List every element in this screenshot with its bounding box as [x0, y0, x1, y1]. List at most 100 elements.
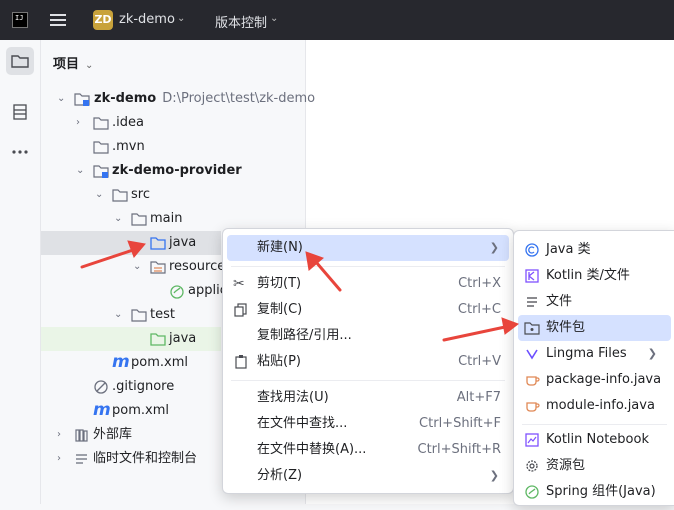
module-folder-icon	[74, 91, 90, 107]
java-file-icon	[524, 372, 540, 388]
panel-title[interactable]: 项目 ⌄	[53, 53, 93, 72]
lingma-icon	[524, 346, 540, 362]
chevron-right-icon: ❯	[489, 469, 499, 482]
intellij-logo-icon[interactable]: IJ	[12, 12, 28, 28]
file-icon	[524, 294, 540, 310]
spring-config-icon	[169, 283, 185, 299]
submenu-item-kotlin-class[interactable]: Kotlin 类/文件	[518, 263, 671, 289]
project-badge[interactable]: ZD	[93, 10, 113, 30]
notebook-icon	[524, 432, 540, 448]
copy-icon	[233, 302, 249, 318]
chevron-down-icon[interactable]: ⌄	[76, 159, 84, 183]
tree-item-zk-demo-provider[interactable]: ⌄ zk-demo-provider	[41, 159, 305, 183]
tree-label: src	[131, 187, 150, 202]
gear-icon	[524, 458, 540, 474]
tree-label: .gitignore	[112, 379, 175, 394]
module-folder-icon	[93, 163, 109, 179]
menu-item-find-in-files[interactable]: 在文件中查找... Ctrl+Shift+F	[227, 411, 509, 437]
title-bar: IJ ZD zk-demo ⌄ 版本控制 ⌄	[0, 0, 674, 40]
folder-icon	[93, 115, 109, 131]
folder-icon	[131, 307, 147, 323]
tree-item-java-test[interactable]: java	[41, 327, 221, 351]
ignore-file-icon	[93, 379, 109, 395]
chevron-down-icon[interactable]: ⌄	[114, 207, 122, 231]
menu-item-replace-in-files[interactable]: 在文件中替换(A)... Ctrl+Shift+R	[227, 437, 509, 463]
tree-item-java-main[interactable]: java	[41, 231, 221, 255]
tree-item-zk-demo[interactable]: ⌄ zk-demo D:\Project\test\zk-demo	[41, 87, 315, 111]
tree-label: java	[169, 235, 197, 250]
resources-folder-icon	[150, 259, 166, 275]
project-name[interactable]: zk-demo	[119, 12, 175, 27]
menu-item-find-usages[interactable]: 查找用法(U) Alt+F7	[227, 385, 509, 411]
submenu-item-lingma-files[interactable]: Lingma Files ❯	[518, 341, 671, 367]
menu-item-new[interactable]: 新建(N) ❯	[227, 235, 509, 261]
library-icon	[74, 427, 90, 443]
tree-label: zk-demo	[94, 91, 157, 106]
tree-label: 临时文件和控制台	[93, 451, 198, 466]
submenu-item-module-info[interactable]: module-info.java	[518, 393, 671, 419]
context-menu: 新建(N) ❯ ✂ 剪切(T) Ctrl+X 复制(C) Ctrl+C 复制路径…	[222, 228, 514, 494]
source-folder-icon	[150, 235, 166, 251]
chevron-down-icon[interactable]: ⌄	[57, 87, 65, 111]
chevron-down-icon[interactable]: ⌄	[270, 13, 278, 24]
tree-label: pom.xml	[131, 355, 188, 370]
main-menu-icon[interactable]	[50, 12, 66, 28]
new-submenu: Java 类 Kotlin 类/文件 文件 软件包 Lingma Files ❯…	[513, 230, 674, 506]
menu-item-copy-path[interactable]: 复制路径/引用...	[227, 323, 509, 349]
java-file-icon	[524, 398, 540, 414]
menu-item-paste[interactable]: 粘贴(P) Ctrl+V	[227, 349, 509, 375]
menu-item-analyze[interactable]: 分析(Z) ❯	[227, 463, 509, 489]
tree-item-src[interactable]: ⌄ src	[41, 183, 305, 207]
tree-label: test	[150, 307, 175, 322]
chevron-down-icon[interactable]: ⌄	[114, 303, 122, 327]
tree-label: .mvn	[112, 139, 145, 154]
submenu-item-package[interactable]: 软件包	[518, 315, 671, 341]
submenu-item-resource-bundle[interactable]: 资源包	[518, 453, 671, 479]
menu-item-copy[interactable]: 复制(C) Ctrl+C	[227, 297, 509, 323]
folder-icon	[112, 187, 128, 203]
menu-item-cut[interactable]: ✂ 剪切(T) Ctrl+X	[227, 271, 509, 297]
chevron-down-icon[interactable]: ⌄	[133, 255, 141, 279]
tool-window-strip	[0, 40, 41, 504]
vcs-menu[interactable]: 版本控制	[215, 12, 267, 31]
tree-label: main	[150, 211, 183, 226]
tree-item-mvn[interactable]: .mvn	[41, 135, 305, 159]
chevron-right-icon[interactable]: ›	[76, 111, 80, 135]
tree-label: java	[169, 331, 197, 346]
tree-label: pom.xml	[112, 403, 169, 418]
tree-item-pom-provider[interactable]: m pom.xml	[41, 351, 221, 375]
submenu-item-spring-component[interactable]: Spring 组件(Java)	[518, 479, 671, 505]
tree-item-application[interactable]: applic	[41, 279, 227, 303]
submenu-item-package-info[interactable]: package-info.java	[518, 367, 671, 393]
tree-label: resource	[169, 259, 226, 274]
submenu-item-file[interactable]: 文件	[518, 289, 671, 315]
spring-icon	[524, 484, 540, 500]
maven-icon: m	[112, 352, 130, 372]
project-tool-folder-icon[interactable]	[6, 47, 34, 75]
tree-path: D:\Project\test\zk-demo	[162, 91, 316, 106]
chevron-right-icon[interactable]: ›	[57, 447, 61, 471]
structure-icon[interactable]	[6, 98, 34, 126]
package-folder-icon	[524, 320, 540, 336]
folder-icon	[131, 211, 147, 227]
folder-icon	[93, 139, 109, 155]
chevron-right-icon[interactable]: ›	[57, 423, 61, 447]
submenu-item-java-class[interactable]: Java 类	[518, 237, 671, 263]
maven-icon: m	[93, 400, 111, 420]
kotlin-icon	[524, 268, 540, 284]
scratches-icon	[74, 451, 90, 467]
tree-item-idea[interactable]: › .idea	[41, 111, 305, 135]
chevron-down-icon[interactable]: ⌄	[177, 13, 185, 24]
chevron-down-icon[interactable]: ⌄	[95, 183, 103, 207]
paste-icon	[233, 354, 249, 370]
chevron-right-icon: ❯	[489, 241, 499, 254]
tree-item-resources[interactable]: ⌄ resource	[41, 255, 225, 279]
tree-label: .idea	[112, 115, 144, 130]
more-tools-icon[interactable]	[6, 138, 34, 166]
java-class-icon	[524, 242, 540, 258]
tree-label: zk-demo-provider	[112, 163, 242, 178]
tree-label: 外部库	[93, 427, 133, 442]
submenu-item-kotlin-notebook[interactable]: Kotlin Notebook	[518, 427, 671, 453]
chevron-right-icon: ❯	[647, 347, 657, 360]
tree-item-test[interactable]: ⌄ test	[41, 303, 221, 327]
